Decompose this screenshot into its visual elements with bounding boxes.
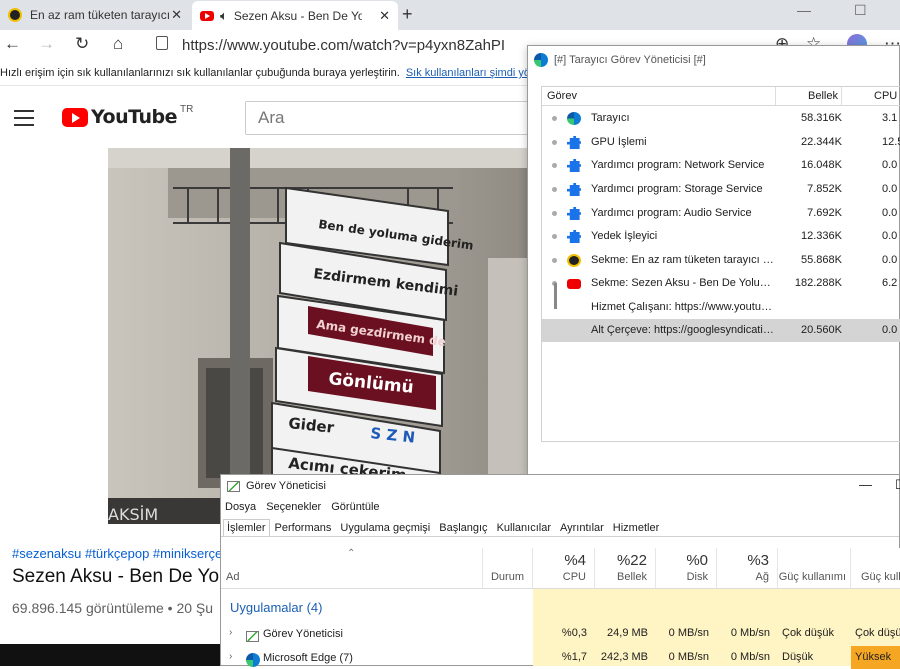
wtm-title-bar: Görev Yöneticisi — ☐ (221, 475, 900, 497)
aksim-sign-text: AKSİM (108, 505, 158, 524)
video-frame: AKSİM Ben de yoluma giderim Ezdirmem ken… (108, 148, 528, 524)
col-memory[interactable]: %22 Bellek (595, 548, 656, 588)
refresh-icon[interactable]: ↻ (75, 34, 89, 54)
edge-icon (246, 653, 260, 667)
task-manager-icon (246, 631, 259, 642)
wtm-tabs: İşlemler Performans Uygulama geçmişi Baş… (221, 517, 899, 537)
puzzle-icon (567, 183, 581, 196)
youtube-icon (567, 279, 581, 289)
btm-row[interactable]: GPU İşlemi 22.344K 12.5 (542, 131, 900, 154)
btm-row[interactable]: Yardımcı program: Network Service 16.048… (542, 154, 900, 177)
edge-icon (534, 53, 548, 67)
browser-task-manager: [#] Tarayıcı Görev Yöneticisi [#] Görev … (527, 45, 900, 475)
windows-task-manager: Görev Yöneticisi — ☐ Dosya Seçenekler Gö… (220, 474, 900, 669)
col-memory[interactable]: Bellek (808, 90, 838, 102)
search-input[interactable]: Ara (245, 101, 545, 135)
puzzle-icon (567, 230, 581, 243)
tree-line (554, 283, 557, 309)
shift-icon (567, 254, 581, 267)
puzzle-icon (567, 159, 581, 172)
edge-icon (567, 112, 581, 125)
close-tab-icon[interactable]: ✕ (379, 8, 390, 24)
tab-processes[interactable]: İşlemler (223, 519, 270, 536)
video-player[interactable]: AKSİM Ben de yoluma giderim Ezdirmem ken… (108, 148, 528, 524)
btm-title-bar: [#] Tarayıcı Görev Yöneticisi [#] (528, 46, 899, 74)
col-network[interactable]: %3 Ağ (717, 548, 778, 588)
speaker-icon[interactable]: 🔈︎ (220, 8, 228, 24)
tab-title: En az ram tüketen tarayıcı | Shift (30, 8, 170, 22)
tab-users[interactable]: Kullanıcılar (493, 519, 555, 536)
group-apps[interactable]: Uygulamalar (4) (230, 600, 322, 615)
tab-shift[interactable]: En az ram tüketen tarayıcı | Shift ✕ (0, 0, 190, 30)
puzzle-icon (567, 207, 581, 220)
col-cpu[interactable]: %4 CPU (533, 548, 595, 588)
favorites-hint-text: Hızlı erişim için sık kullanılanlarınızı… (0, 67, 400, 79)
menu-view[interactable]: Görüntüle (331, 501, 379, 513)
expand-icon[interactable]: › (229, 627, 232, 638)
btm-header: Görev Bellek CPU (542, 87, 900, 106)
hashtags[interactable]: #sezenaksu #türkçepop #minikserçe (12, 546, 222, 561)
forward-icon[interactable]: → (38, 34, 55, 54)
btm-table[interactable]: Görev Bellek CPU Tarayıcı 58.316K 3.1 GP… (541, 86, 900, 442)
menu-icon[interactable] (14, 110, 34, 131)
btm-row[interactable]: Yardımcı program: Audio Service 7.692K 0… (542, 202, 900, 225)
url-text[interactable]: https://www.youtube.com/watch?v=p4yxn8Za… (182, 37, 505, 54)
wtm-title: Görev Yöneticisi (246, 480, 326, 492)
col-name[interactable]: Ad (221, 548, 483, 588)
youtube-play-icon (62, 107, 88, 127)
home-icon[interactable]: ⌂ (113, 34, 123, 54)
task-manager-icon (227, 480, 240, 492)
youtube-favicon-icon (200, 10, 214, 21)
maximize-icon[interactable]: ☐ (854, 2, 867, 19)
video-title: Sezen Aksu - Ben De Yolu (12, 566, 234, 587)
process-name[interactable]: Görev Yöneticisi (263, 628, 343, 640)
col-disk[interactable]: %0 Disk (656, 548, 717, 588)
tab-startup[interactable]: Başlangıç (435, 519, 491, 536)
region-code: TR (179, 103, 194, 115)
col-task[interactable]: Görev (547, 90, 577, 102)
tab-details[interactable]: Ayrıntılar (556, 519, 608, 536)
btm-row[interactable]: Hizmet Çalışanı: https://www.youtube.c..… (542, 296, 900, 319)
col-power[interactable]: Güç kullanımı (778, 548, 851, 588)
wtm-menu: Dosya Seçenekler Görüntüle (221, 497, 899, 517)
btm-row[interactable]: Yedek İşleyici 12.336K 0.0 (542, 225, 900, 248)
tab-performance[interactable]: Performans (271, 519, 336, 536)
btm-row[interactable]: Yardımcı program: Storage Service 7.852K… (542, 178, 900, 201)
view-count: 69.896.145 görüntüleme • 20 Şu (12, 600, 214, 616)
menu-file[interactable]: Dosya (225, 501, 256, 513)
new-tab-icon[interactable]: + (402, 4, 413, 25)
btm-row[interactable]: Sekme: En az ram tüketen tarayıcı | Shif… (542, 249, 900, 272)
puzzle-icon (567, 136, 581, 149)
process-name[interactable]: Microsoft Edge (7) (263, 652, 353, 664)
col-status[interactable]: Durum (483, 548, 533, 588)
tab-title: Sezen Aksu - Ben De Yolum (233, 8, 362, 23)
btm-row-selected[interactable]: Alt Çerçeve: https://googlesyndication..… (542, 319, 900, 342)
maximize-icon[interactable]: ☐ (895, 477, 900, 493)
tab-services[interactable]: Hizmetler (609, 519, 663, 536)
youtube-logo[interactable]: YouTube TR (62, 103, 194, 128)
youtube-logo-text: YouTube (91, 106, 177, 128)
btm-title: [#] Tarayıcı Görev Yöneticisi [#] (554, 54, 706, 66)
tab-youtube[interactable]: 🔈︎ Sezen Aksu - Ben De Yolum ✕ (192, 1, 398, 30)
minimize-icon[interactable]: — (859, 477, 872, 492)
menu-options[interactable]: Seçenekler (266, 501, 321, 513)
process-grid[interactable]: ⌃ Ad Durum %4 CPU %22 Bellek %0 Disk %3 … (221, 548, 900, 669)
shift-favicon-icon (8, 8, 22, 22)
close-tab-icon[interactable]: ✕ (171, 7, 182, 23)
btm-row[interactable]: Tarayıcı 58.316K 3.1 (542, 107, 900, 130)
tab-app-history[interactable]: Uygulama geçmişi (336, 519, 434, 536)
lock-icon[interactable] (156, 36, 168, 50)
expand-icon[interactable]: › (229, 651, 232, 662)
col-power-trend[interactable]: Güç kullanı (851, 548, 900, 588)
btm-row[interactable]: Sekme: Sezen Aksu - Ben De Yoluma Gi... … (542, 272, 900, 295)
minimize-icon[interactable]: — (797, 2, 811, 18)
tab-strip: En az ram tüketen tarayıcı | Shift ✕ 🔈︎ … (0, 0, 900, 30)
col-cpu[interactable]: CPU (874, 90, 897, 102)
back-icon[interactable]: ← (4, 34, 21, 54)
